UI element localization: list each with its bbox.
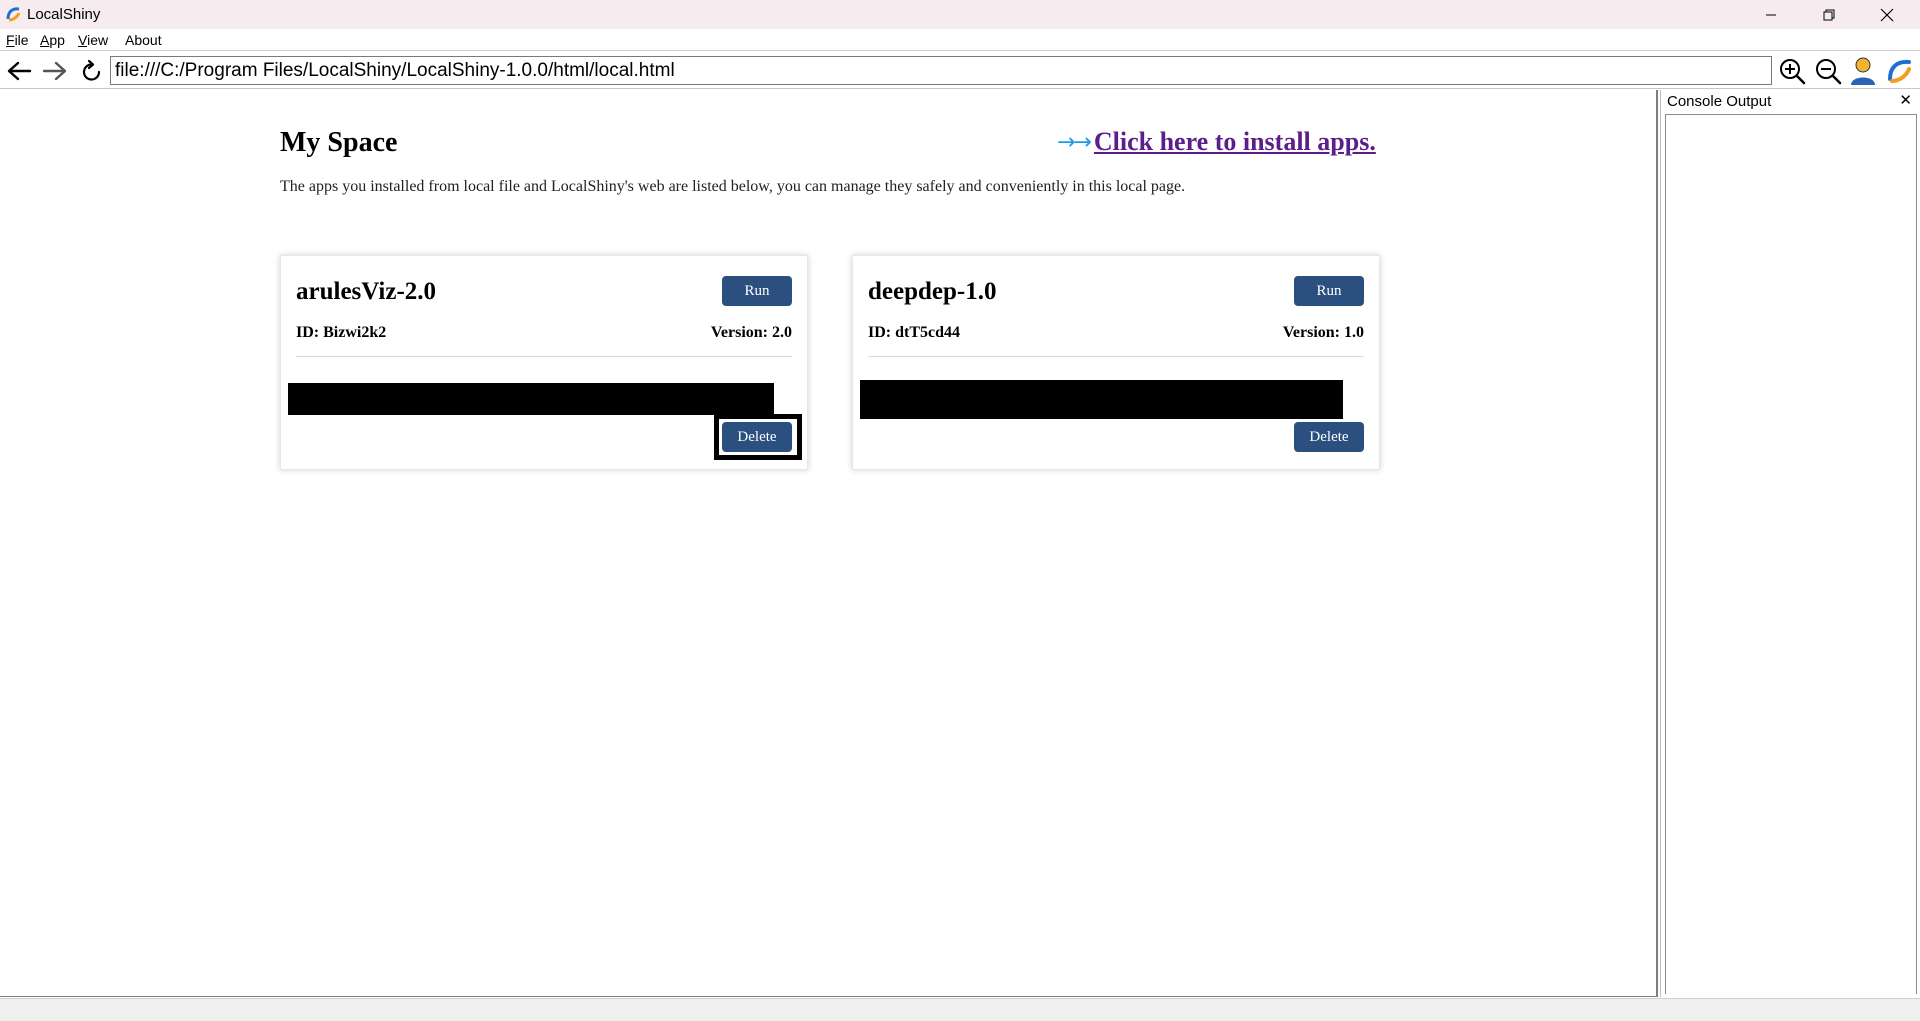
app-id: ID: dtT5cd44 xyxy=(868,324,961,341)
menu-about-label: About xyxy=(125,32,162,48)
window-title: LocalShiny xyxy=(27,6,101,23)
address-bar[interactable]: file:///C:/Program Files/LocalShiny/Loca… xyxy=(110,56,1772,85)
console-output-area[interactable] xyxy=(1665,114,1917,994)
divider xyxy=(868,356,1364,357)
console-panel: Console Output ✕ xyxy=(1660,90,1920,997)
close-icon[interactable] xyxy=(1858,0,1916,29)
install-apps-link-row: →→ Click here to install apps. xyxy=(1057,127,1376,157)
minimize-icon[interactable] xyxy=(1742,0,1800,29)
zoom-out-icon[interactable] xyxy=(1813,56,1843,86)
divider xyxy=(296,356,792,357)
menu-file[interactable]: File xyxy=(6,32,29,48)
reload-icon[interactable] xyxy=(77,56,107,86)
app-id: ID: Bizwi2k2 xyxy=(296,324,387,341)
localshiny-logo-icon xyxy=(6,7,21,22)
restore-icon[interactable] xyxy=(1800,0,1858,29)
menu-about[interactable]: About xyxy=(125,32,162,48)
menu-file-accelerator: F xyxy=(6,32,15,48)
console-title: Console Output xyxy=(1667,93,1772,110)
menu-app-accelerator: A xyxy=(40,32,50,48)
redacted-region xyxy=(860,380,1343,419)
run-button[interactable]: Run xyxy=(722,276,792,306)
menu-view[interactable]: View xyxy=(78,32,108,48)
page-title: My Space xyxy=(280,127,398,158)
double-arrow-icon: →→ xyxy=(1057,129,1092,155)
close-icon[interactable]: ✕ xyxy=(1899,91,1912,109)
install-apps-link[interactable]: Click here to install apps. xyxy=(1094,127,1376,157)
redacted-region xyxy=(288,383,774,415)
app-version: Version: 2.0 xyxy=(710,324,792,341)
page-description: The apps you installed from local file a… xyxy=(280,178,1186,195)
main-content: My Space →→ Click here to install apps. … xyxy=(0,90,1658,997)
delete-button[interactable]: Delete xyxy=(1294,422,1364,452)
app-name: arulesViz-2.0 xyxy=(296,278,437,305)
menu-app-label: pp xyxy=(49,32,65,48)
app-card: deepdep-1.0 Run ID: dtT5cd44 Version: 1.… xyxy=(852,255,1380,470)
navigation-toolbar: file:///C:/Program Files/LocalShiny/Loca… xyxy=(0,52,1920,89)
title-bar: LocalShiny xyxy=(0,0,1920,29)
zoom-in-icon[interactable] xyxy=(1777,56,1807,86)
user-icon[interactable] xyxy=(1848,56,1878,86)
menu-view-accelerator: V xyxy=(78,32,88,48)
delete-button[interactable]: Delete xyxy=(722,422,792,452)
app-name: deepdep-1.0 xyxy=(868,278,997,305)
app-version: Version: 1.0 xyxy=(1282,324,1364,341)
menu-file-label: ile xyxy=(14,32,29,48)
status-bar xyxy=(0,998,1920,1021)
run-button[interactable]: Run xyxy=(1294,276,1364,306)
menu-bar: File App View About xyxy=(0,29,1920,51)
menu-view-label: iew xyxy=(87,32,109,48)
back-arrow-icon[interactable] xyxy=(4,56,34,86)
localshiny-logo-icon[interactable] xyxy=(1884,56,1914,86)
menu-app[interactable]: App xyxy=(40,32,65,48)
forward-arrow-icon[interactable] xyxy=(40,56,70,86)
app-card: arulesViz-2.0 Run ID: Bizwi2k2 Version: … xyxy=(280,255,808,470)
